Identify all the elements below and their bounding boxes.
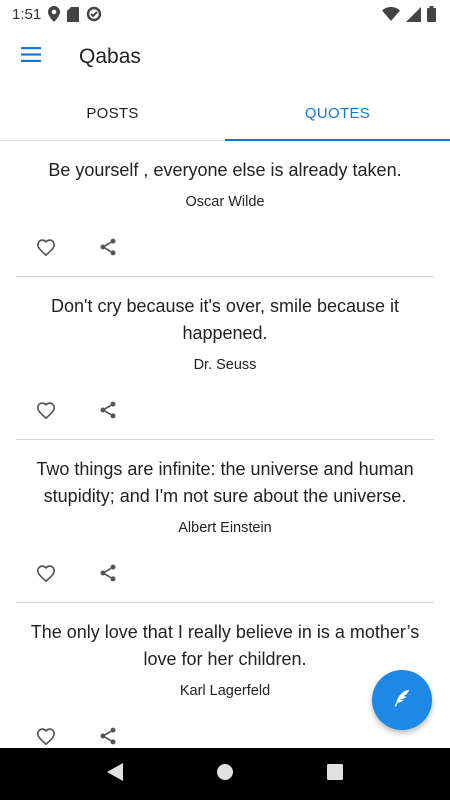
home-icon bbox=[216, 763, 234, 786]
quote-text: Don't cry because it's over, smile becau… bbox=[50, 296, 400, 343]
app-bar: Qabas bbox=[0, 28, 450, 86]
share-icon bbox=[98, 726, 118, 749]
quotes-list[interactable]: Be yourself , everyone else is already t… bbox=[0, 141, 450, 748]
location-icon bbox=[48, 6, 61, 22]
tab-quotes[interactable]: QUOTES bbox=[225, 86, 450, 141]
quote-text: Two things are infinite: the universe an… bbox=[36, 459, 414, 506]
like-button[interactable] bbox=[34, 563, 58, 587]
quote-text: Be yourself , everyone else is already t… bbox=[48, 160, 402, 180]
quote-actions bbox=[16, 385, 434, 439]
share-icon bbox=[98, 400, 118, 425]
share-icon bbox=[98, 237, 118, 262]
battery-icon bbox=[427, 6, 436, 22]
quote-card: The only love that I really believe in i… bbox=[16, 603, 434, 748]
heart-outline-icon bbox=[36, 564, 56, 587]
quote-actions bbox=[16, 548, 434, 602]
wifi-icon bbox=[382, 7, 400, 21]
quote-author: Oscar Wilde bbox=[185, 194, 265, 210]
nav-back-button[interactable] bbox=[95, 754, 135, 794]
heart-outline-icon bbox=[36, 401, 56, 424]
share-button[interactable] bbox=[96, 237, 120, 261]
status-time: 1:51 bbox=[12, 5, 42, 23]
share-icon bbox=[98, 563, 118, 588]
sd-card-icon bbox=[67, 6, 80, 22]
heart-outline-icon bbox=[36, 238, 56, 261]
menu-button[interactable] bbox=[0, 28, 62, 86]
like-button[interactable] bbox=[34, 726, 58, 748]
status-bar: 1:51 bbox=[0, 0, 450, 28]
like-button[interactable] bbox=[34, 237, 58, 261]
system-nav-bar bbox=[0, 748, 450, 800]
quote-text: The only love that I really believe in i… bbox=[30, 622, 420, 669]
like-button[interactable] bbox=[34, 400, 58, 424]
tab-posts[interactable]: POSTS bbox=[0, 86, 225, 140]
recents-icon bbox=[327, 763, 343, 785]
quote-author: Dr. Seuss bbox=[193, 357, 257, 373]
data-saver-icon bbox=[86, 6, 102, 22]
share-button[interactable] bbox=[96, 726, 120, 748]
back-icon bbox=[107, 762, 123, 786]
hamburger-menu-icon bbox=[21, 47, 41, 67]
share-button[interactable] bbox=[96, 563, 120, 587]
nav-home-button[interactable] bbox=[205, 754, 245, 794]
heart-outline-icon bbox=[36, 727, 56, 749]
quote-card: Be yourself , everyone else is already t… bbox=[16, 141, 434, 277]
quill-icon bbox=[391, 687, 413, 714]
new-quote-fab[interactable] bbox=[372, 670, 432, 730]
quote-actions bbox=[16, 711, 434, 748]
signal-icon bbox=[406, 6, 421, 22]
tab-bar: POSTS QUOTES bbox=[0, 86, 450, 141]
app-title: Qabas bbox=[79, 45, 141, 68]
nav-recents-button[interactable] bbox=[315, 754, 355, 794]
quote-actions bbox=[16, 222, 434, 276]
share-button[interactable] bbox=[96, 400, 120, 424]
quote-card: Two things are infinite: the universe an… bbox=[16, 440, 434, 603]
quote-card: Don't cry because it's over, smile becau… bbox=[16, 277, 434, 440]
quote-author: Albert Einstein bbox=[178, 520, 272, 536]
